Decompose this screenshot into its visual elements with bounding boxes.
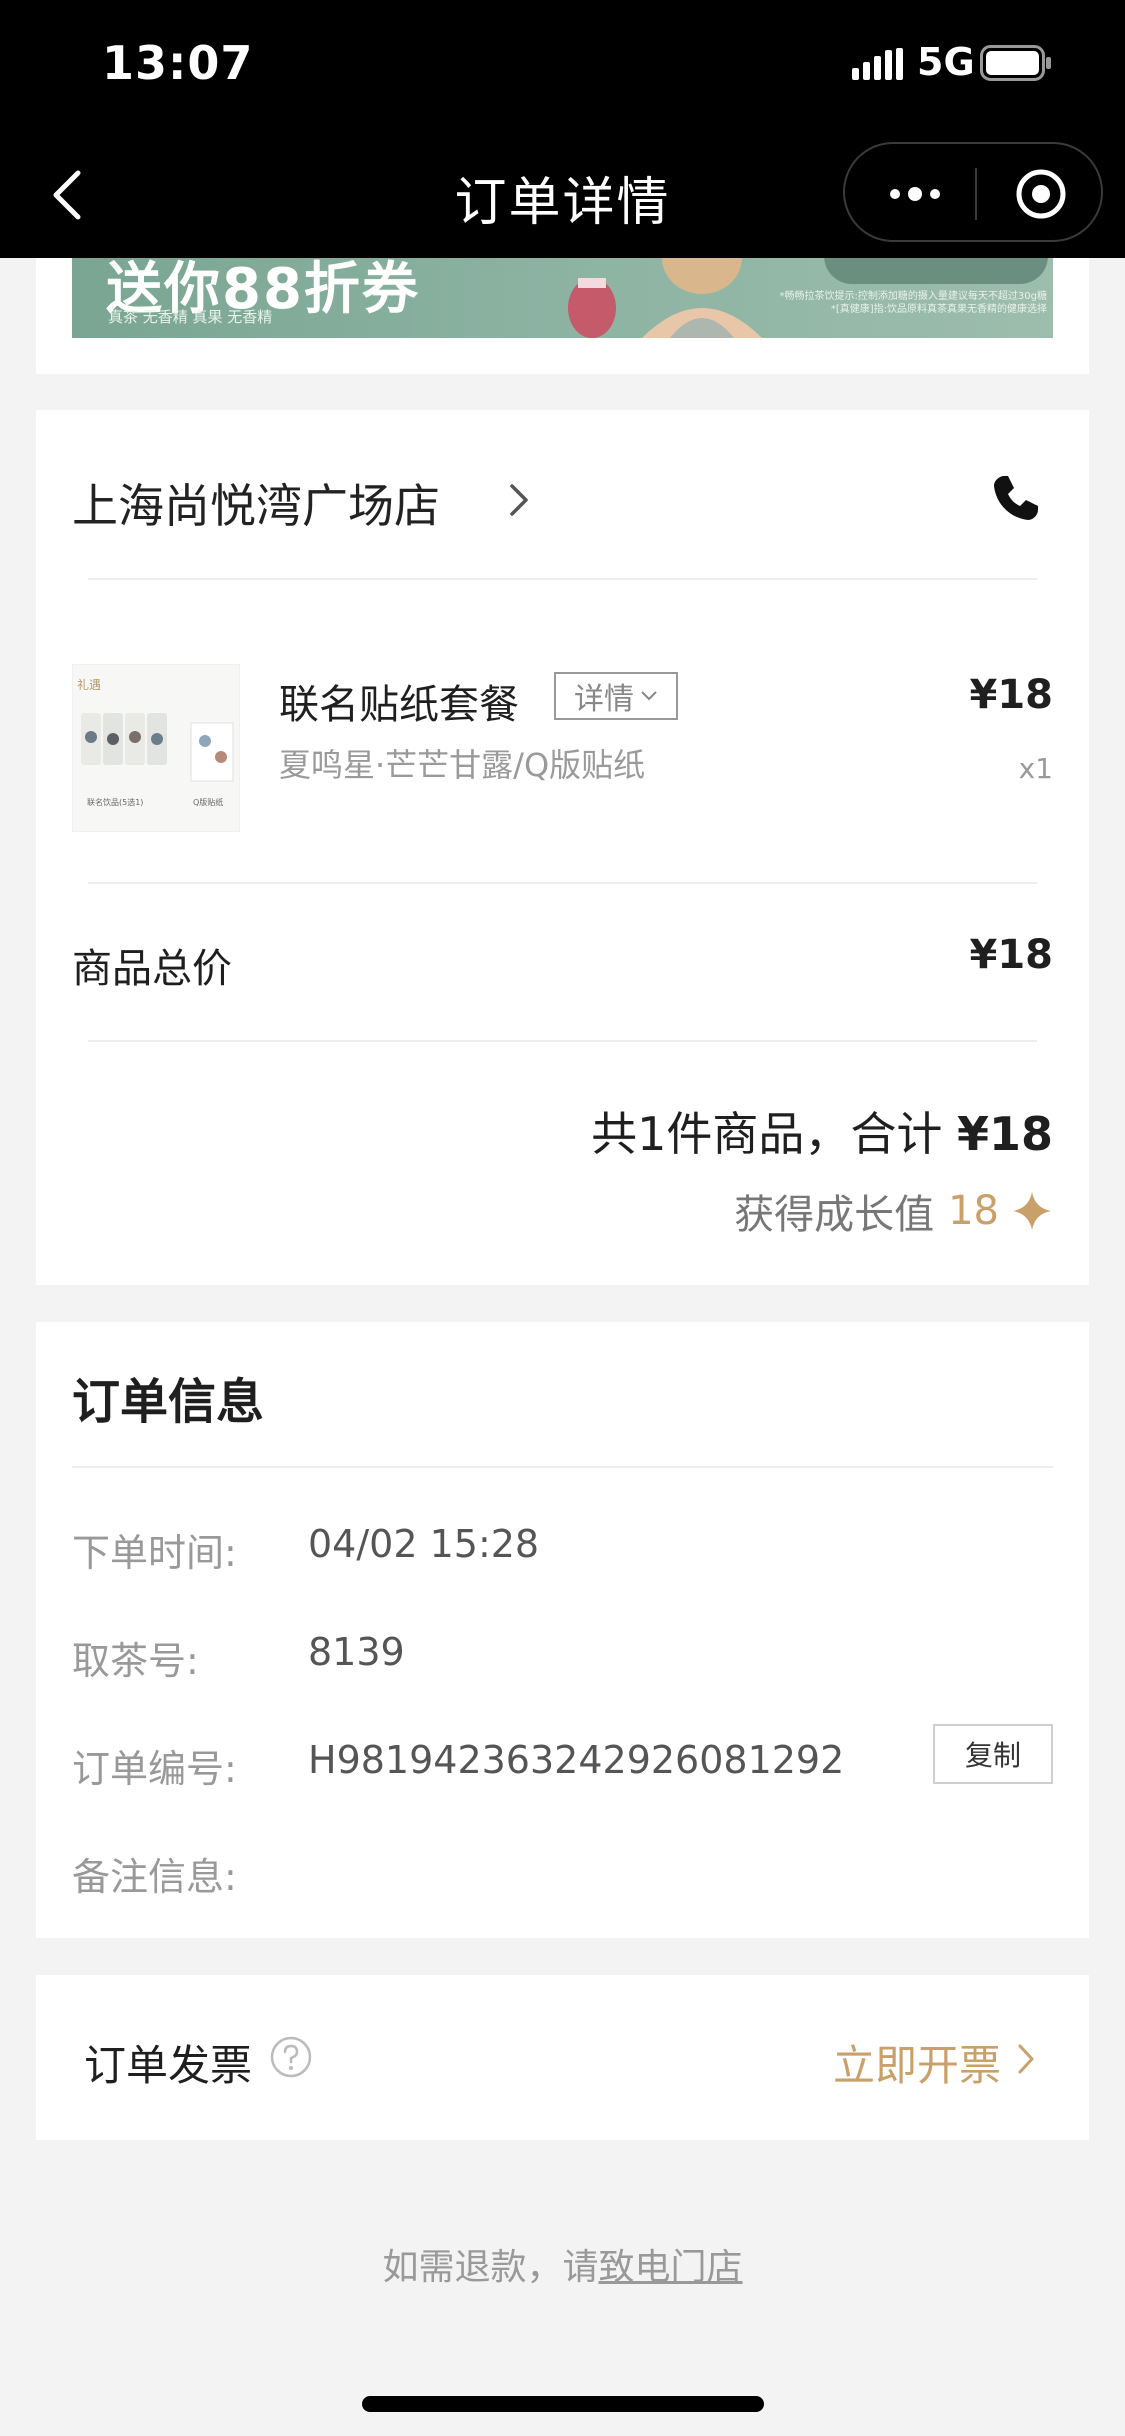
refund-note: 如需退款，请致电门店 — [0, 2238, 1125, 2290]
help-icon[interactable] — [269, 2035, 313, 2079]
signal-icon — [852, 48, 903, 80]
order-time-value: 04/02 15:28 — [308, 1522, 540, 1566]
invoice-label: 订单发票 — [84, 2041, 253, 2090]
home-indicator[interactable] — [362, 2396, 764, 2412]
product-image-label-2: Q版贴纸 — [193, 797, 223, 807]
mini-program-capsule — [843, 142, 1103, 242]
order-info-card: 订单信息 下单时间: 04/02 15:28 取茶号: 8139 订单编号: H… — [36, 1322, 1089, 1938]
pickup-number-label: 取茶号: — [72, 1639, 199, 1683]
subtotal-label: 商品总价 — [72, 946, 232, 992]
call-store-link[interactable]: 致电门店 — [599, 2247, 743, 2288]
status-time: 13:07 — [102, 36, 254, 90]
product-spec: 夏鸣星·芒芒甘露/Q版贴纸 — [279, 746, 646, 784]
total-amount: ¥18 — [956, 1107, 1053, 1161]
subtotal-value: ¥18 — [969, 932, 1054, 978]
pickup-number-value: 8139 — [308, 1630, 405, 1674]
copy-order-number-button[interactable]: 复制 — [933, 1724, 1053, 1784]
status-bar: 13:07 5G — [0, 0, 1125, 130]
growth-points: 获得成长值 18 — [734, 1182, 1053, 1240]
order-number-row: 订单编号: H981942363242926081292 复制 — [72, 1724, 1053, 1798]
refund-prefix: 如需退款，请 — [382, 2247, 599, 2288]
banner-card: 送你88折券 真茶 无香精 真果 无香精 *畅畅拉茶饮提示:控制添加糖的摄入量建… — [36, 258, 1089, 374]
order-total: 共1件商品，合计 ¥18 — [591, 1098, 1053, 1164]
order-info-title: 订单信息 — [72, 1374, 265, 1430]
close-mini-icon[interactable] — [1013, 166, 1069, 222]
banner-claim-button[interactable] — [824, 258, 1048, 284]
divider — [88, 578, 1037, 580]
detail-label: 详情 — [574, 682, 634, 717]
order-time-label: 下单时间: — [72, 1531, 237, 1575]
store-name[interactable]: 上海尚悦湾广场店 — [72, 470, 440, 536]
battery-icon — [980, 45, 1051, 81]
capsule-divider — [975, 168, 977, 220]
phone-icon[interactable] — [988, 470, 1044, 526]
product-image: 礼遇 联名饮品(5选1) Q版贴纸 — [72, 664, 240, 832]
order-number-value: H981942363242926081292 — [308, 1738, 845, 1782]
promo-banner[interactable]: 送你88折券 真茶 无香精 真果 无香精 *畅畅拉茶饮提示:控制添加糖的摄入量建… — [72, 258, 1053, 338]
issue-invoice-link[interactable]: 立即开票 — [833, 2032, 1001, 2093]
order-items-card: 上海尚悦湾广场店 礼遇 联名饮品(5选1) Q版贴纸 联名贴纸套餐 详情 夏鸣星… — [36, 410, 1089, 1285]
product-price: ¥18 — [969, 672, 1054, 718]
order-time-row: 下单时间: 04/02 15:28 — [72, 1522, 1053, 1582]
more-icon[interactable] — [885, 174, 945, 214]
chevron-right-icon[interactable] — [506, 480, 532, 520]
sparkle-icon — [1013, 1192, 1051, 1230]
product-name: 联名贴纸套餐 — [279, 682, 519, 728]
pickup-number-row: 取茶号: 8139 — [72, 1630, 1053, 1690]
product-detail-button[interactable]: 详情 — [554, 672, 678, 720]
product-image-label-1: 联名饮品(5选1) — [87, 797, 143, 807]
network-label: 5G — [917, 40, 975, 84]
divider — [88, 1040, 1037, 1042]
chevron-right-icon[interactable] — [1015, 2041, 1037, 2077]
remark-row: 备注信息: — [72, 1846, 1053, 1906]
chevron-down-icon — [641, 691, 657, 701]
svg-text:礼遇: 礼遇 — [77, 677, 101, 692]
total-prefix: 共1件商品，合计 — [591, 1107, 943, 1161]
banner-figure-image — [568, 258, 762, 338]
growth-label: 获得成长值 — [734, 1192, 935, 1238]
banner-note: *畅畅拉茶饮提示:控制添加糖的摄入量建议每天不超过30g糖 *[真健康]指:饮品… — [779, 291, 1047, 315]
nav-bar: 订单详情 — [0, 130, 1125, 258]
banner-subtext: 真茶 无香精 真果 无香精 — [108, 308, 273, 326]
remark-label: 备注信息: — [72, 1855, 237, 1899]
divider — [72, 1466, 1053, 1468]
invoice-card: 订单发票 立即开票 — [36, 1975, 1089, 2140]
divider — [88, 882, 1037, 884]
product-quantity: x1 — [1018, 752, 1053, 785]
order-number-label: 订单编号: — [72, 1747, 237, 1791]
growth-value: 18 — [948, 1188, 999, 1234]
product-photo: 礼遇 联名饮品(5选1) Q版贴纸 — [73, 665, 239, 831]
